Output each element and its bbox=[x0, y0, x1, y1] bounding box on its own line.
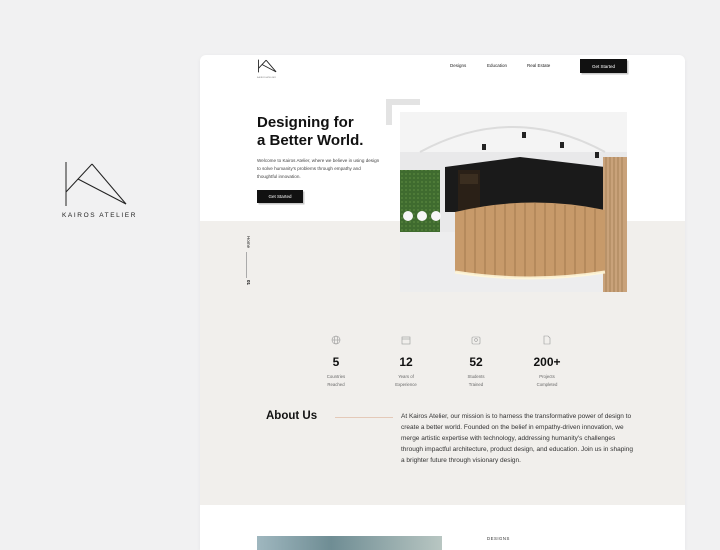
hero-title-line1: Designing for bbox=[257, 114, 354, 131]
site-logo-text: KAIROS ATELIER bbox=[257, 77, 276, 79]
globe-icon bbox=[331, 335, 341, 345]
hero-title-line2: a Better World. bbox=[257, 132, 364, 149]
stat-students: 52 Students Trained bbox=[446, 332, 506, 389]
section-indicator-label: Home bbox=[246, 236, 251, 249]
about-text: At Kairos Atelier, our mission is to har… bbox=[401, 413, 633, 464]
designs-preview-image[interactable] bbox=[257, 536, 442, 550]
designs-section-label: DESIGNS bbox=[487, 536, 510, 541]
stat-label: Projects Completed bbox=[536, 374, 558, 387]
stat-label: Years of Experience bbox=[395, 374, 417, 387]
brand-panel: KAIROS ATELIER bbox=[62, 160, 138, 219]
stat-value: 200+ bbox=[533, 355, 561, 369]
stat-label: Countries Reached bbox=[326, 374, 346, 387]
stat-value: 52 bbox=[469, 355, 483, 369]
section-indicator: Home 01 bbox=[243, 235, 253, 290]
section-indicator-number: 01 bbox=[246, 280, 251, 286]
website-frame: KAIROS ATELIER Designs Education Real Es… bbox=[200, 55, 685, 550]
calendar-icon bbox=[401, 336, 411, 345]
ka-monogram-icon bbox=[65, 162, 127, 206]
stat-label: Students Trained bbox=[467, 374, 485, 387]
hero-get-started-button[interactable]: Get Started bbox=[257, 190, 303, 203]
hero-image bbox=[400, 112, 627, 292]
ka-monogram-icon bbox=[258, 59, 277, 73]
document-icon bbox=[543, 335, 551, 345]
hero-description: Welcome to Kairos Atelier, where we beli… bbox=[257, 158, 380, 179]
stat-years: 12 Years of Experience bbox=[376, 332, 436, 389]
students-icon bbox=[471, 336, 481, 345]
about-divider bbox=[335, 417, 393, 418]
nav-real-estate[interactable]: Real Estate bbox=[527, 63, 550, 68]
hero-title: Designing for a Better World. bbox=[257, 114, 363, 150]
nav-designs[interactable]: Designs bbox=[450, 63, 466, 68]
header-get-started-button[interactable]: Get Started bbox=[580, 59, 627, 73]
stat-countries: 5 Countries Reached bbox=[306, 332, 366, 389]
decorative-corner-vertical bbox=[386, 99, 392, 125]
stat-projects: 200+ Projects Completed bbox=[517, 332, 577, 389]
stat-value: 12 bbox=[399, 355, 413, 369]
nav-education[interactable]: Education bbox=[487, 63, 507, 68]
reception-interior-photo bbox=[400, 112, 627, 292]
site-logo[interactable]: KAIROS ATELIER bbox=[257, 59, 277, 79]
section-indicator-line bbox=[246, 252, 247, 278]
brand-name: KAIROS ATELIER bbox=[62, 212, 138, 219]
stat-value: 5 bbox=[332, 355, 340, 369]
about-title: About Us bbox=[266, 410, 318, 422]
